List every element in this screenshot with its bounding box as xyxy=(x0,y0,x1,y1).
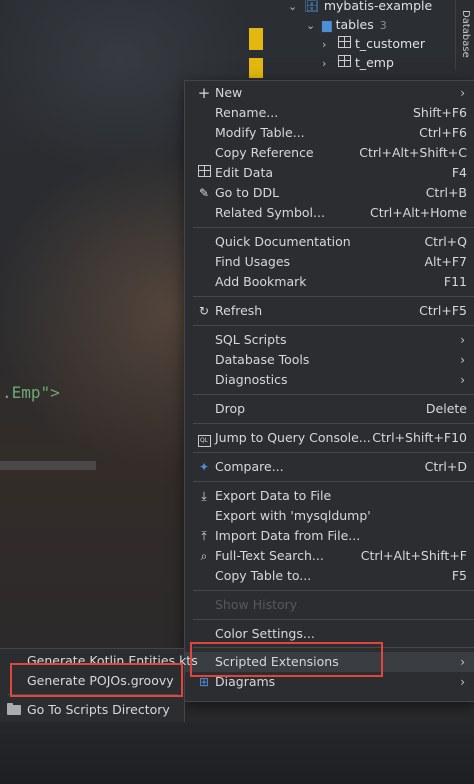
submenu-item-generate-pojos[interactable]: Generate POJOs.groovy xyxy=(0,671,184,691)
tree-label: t_customer xyxy=(354,36,425,51)
menu-item-sql-scripts[interactable]: SQL Scripts › xyxy=(185,330,474,350)
menu-separator xyxy=(193,227,474,228)
table-icon xyxy=(337,36,351,48)
pencil-icon: ✎ xyxy=(198,186,210,200)
tree-item-t-emp[interactable]: › t_emp xyxy=(322,53,394,73)
menu-item-database-tools[interactable]: Database Tools › xyxy=(185,350,474,370)
folder-icon xyxy=(7,703,21,715)
chevron-right-icon: › xyxy=(322,57,327,70)
menu-item-drop[interactable]: Drop Delete xyxy=(185,399,474,419)
chevron-down-icon: ⌄ xyxy=(288,0,298,13)
table-icon xyxy=(197,163,211,183)
menu-item-jump-to-query-console[interactable]: QL Jump to Query Console... Ctrl+Shift+F10 xyxy=(185,428,474,448)
menu-separator xyxy=(193,619,474,620)
menu-separator xyxy=(193,647,474,648)
search-icon: ⌕ xyxy=(200,549,208,563)
menu-separator xyxy=(193,590,474,591)
menu-item-export-data[interactable]: ⤓ Export Data to File xyxy=(185,486,474,506)
scripted-extensions-submenu: Generate Kotlin Entities.kts Generate PO… xyxy=(0,648,198,724)
menu-item-copy-table[interactable]: Copy Table to... F5 xyxy=(185,566,474,586)
tree-count: 3 xyxy=(379,19,387,32)
tree-item-tables[interactable]: ⌄ ▆ tables 3 xyxy=(306,15,387,35)
plus-icon: + xyxy=(197,84,211,102)
menu-item-edit-data[interactable]: Edit Data F4 xyxy=(185,163,474,183)
menu-item-go-to-ddl[interactable]: ✎ Go to DDL Ctrl+B xyxy=(185,183,474,203)
submenu-item-go-to-scripts-directory[interactable]: Go To Scripts Directory xyxy=(0,700,184,720)
chevron-right-icon: › xyxy=(460,373,465,387)
tree-item-project[interactable]: ⌄ 🗄 mybatis-example xyxy=(288,0,432,16)
chevron-down-icon: ⌄ xyxy=(306,19,316,32)
database-tool-tab[interactable]: Database xyxy=(455,0,474,70)
menu-item-full-text-search[interactable]: ⌕ Full-Text Search... Ctrl+Alt+Shift+F xyxy=(185,546,474,566)
menu-item-export-mysqldump[interactable]: Export with 'mysqldump' xyxy=(185,506,474,526)
menu-separator xyxy=(193,481,474,482)
menu-item-show-history: Show History xyxy=(215,597,298,612)
menu-item-import-data[interactable]: ⤒ Import Data from File... xyxy=(185,526,474,546)
folder-icon: ▆ xyxy=(321,17,332,32)
chevron-right-icon: › xyxy=(460,655,465,669)
context-menu: + New › Rename... Shift+F6 Modify Table... C… xyxy=(184,80,474,702)
chevron-right-icon: › xyxy=(460,86,465,100)
download-icon: ⤓ xyxy=(201,489,207,503)
chevron-right-icon: › xyxy=(460,333,465,347)
menu-separator xyxy=(193,452,474,453)
menu-item-rename[interactable]: Rename... Shift+F6 xyxy=(185,103,474,123)
editor-bottom-area xyxy=(0,722,474,784)
menu-item-find-usages[interactable]: Find Usages Alt+F7 xyxy=(185,252,474,272)
menu-item-compare[interactable]: ✦ Compare... Ctrl+D xyxy=(185,457,474,477)
refresh-icon: ↻ xyxy=(198,304,210,318)
warning-marker[interactable] xyxy=(249,28,263,50)
chevron-right-icon: › xyxy=(460,675,465,689)
import-icon: ⤒ xyxy=(201,529,207,543)
chevron-right-icon: › xyxy=(460,353,465,367)
tree-label: tables xyxy=(335,17,374,32)
menu-item-add-bookmark[interactable]: Add Bookmark F11 xyxy=(185,272,474,292)
compare-icon: ✦ xyxy=(198,460,210,474)
menu-separator xyxy=(8,694,178,695)
tree-item-t-customer[interactable]: › t_customer xyxy=(322,34,425,54)
database-tab-label: Database xyxy=(460,10,471,58)
diagram-icon: ⊞ xyxy=(198,675,210,689)
menu-separator xyxy=(193,423,474,424)
database-tree: ⌄ 🗄 mybatis-example ⌄ ▆ tables 3 › t_cust… xyxy=(282,0,454,80)
chevron-right-icon: › xyxy=(322,38,327,51)
table-icon xyxy=(337,55,351,67)
menu-item-diagrams[interactable]: ⊞ Diagrams › xyxy=(185,672,474,692)
code-fragment: .Emp"> xyxy=(2,383,60,402)
menu-item-quick-documentation[interactable]: Quick Documentation Ctrl+Q xyxy=(185,232,474,252)
menu-item-new[interactable]: + New › xyxy=(185,83,474,103)
tree-label: mybatis-example xyxy=(323,0,433,13)
ql-icon: QL xyxy=(197,428,211,448)
menu-separator xyxy=(193,296,474,297)
menu-item-refresh[interactable]: ↻ Refresh Ctrl+F5 xyxy=(185,301,474,321)
menu-item-modify-table[interactable]: Modify Table... Ctrl+F6 xyxy=(185,123,474,143)
code-highlight-line xyxy=(0,461,96,470)
menu-item-scripted-extensions[interactable]: Scripted Extensions › xyxy=(185,652,474,672)
menu-item-color-settings[interactable]: Color Settings... xyxy=(185,624,474,644)
menu-separator xyxy=(193,325,474,326)
menu-separator xyxy=(193,394,474,395)
tree-label: t_emp xyxy=(354,55,394,70)
submenu-item-generate-kotlin-entities[interactable]: Generate Kotlin Entities.kts xyxy=(0,651,198,671)
menu-item-copy-reference[interactable]: Copy Reference Ctrl+Alt+Shift+C xyxy=(185,143,474,163)
menu-item-diagnostics[interactable]: Diagnostics › xyxy=(185,370,474,390)
warning-marker[interactable] xyxy=(249,58,263,78)
menu-item-related-symbol[interactable]: Related Symbol... Ctrl+Alt+Home xyxy=(185,203,474,223)
db-icon: 🗄 xyxy=(303,0,320,13)
